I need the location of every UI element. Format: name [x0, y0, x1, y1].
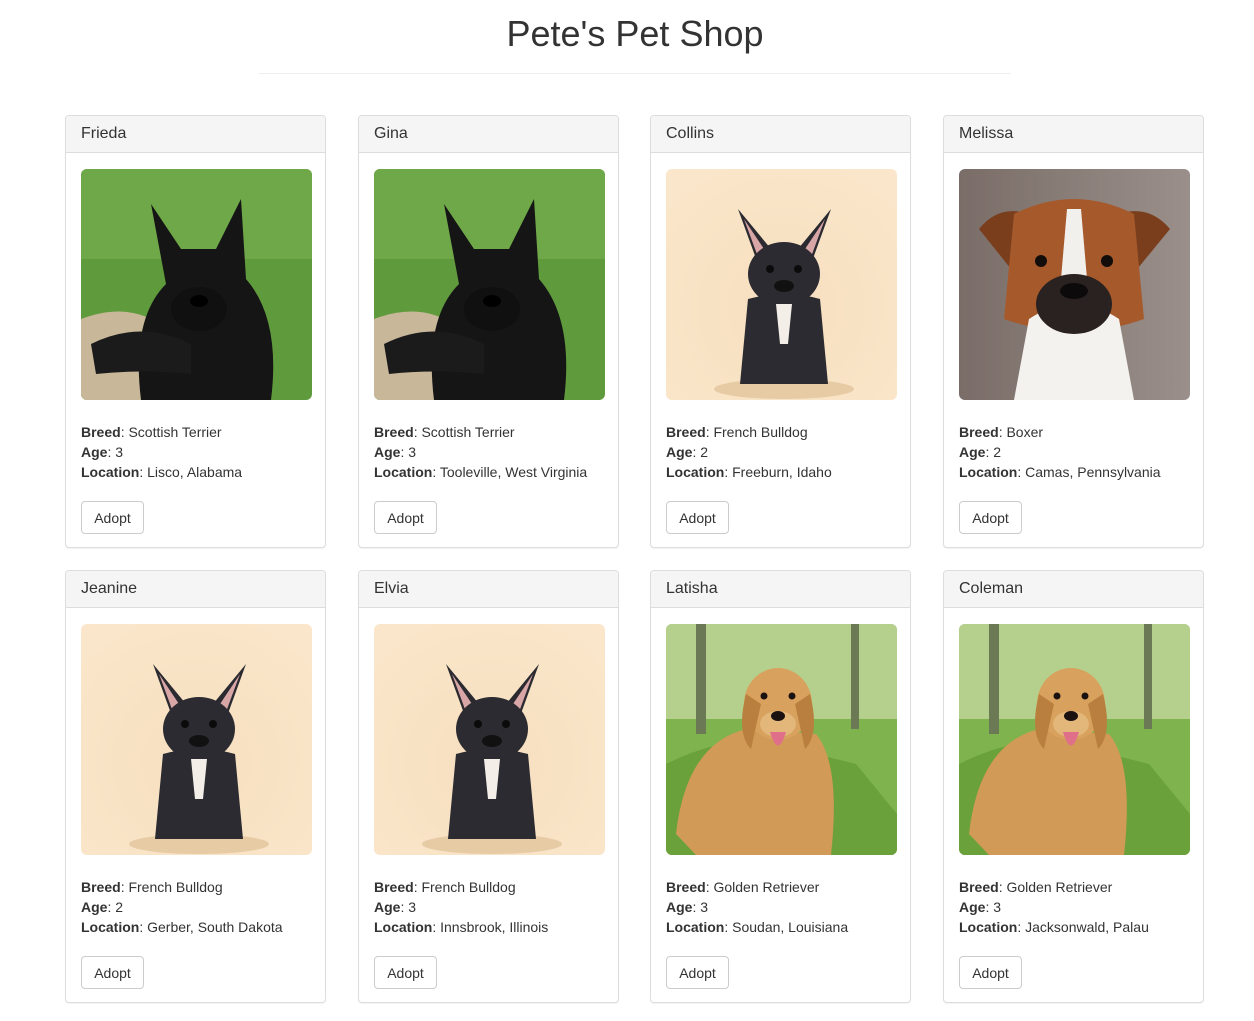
pet-name: Jeanine [66, 571, 325, 608]
location-value: Freeburn, Idaho [732, 464, 832, 480]
pet-details: Breed: Scottish Terrier Age: 3 Location:… [81, 424, 243, 480]
location-value: Tooleville, West Virginia [439, 464, 588, 480]
pet-card: Latisha Breed: Golden Retriever Age: 3 L… [650, 570, 911, 1003]
pet-card: Melissa Breed: Boxer Age: 2 Location: Ca… [943, 115, 1204, 548]
age-value: 3 [700, 899, 709, 915]
pet-card: Coleman Breed: Golden Retriever Age: 3 L… [943, 570, 1204, 1003]
location-label: Location [666, 919, 725, 935]
breed-label: Breed [374, 424, 414, 440]
breed-value: Scottish Terrier [421, 424, 515, 440]
pet-details: Breed: Golden Retriever Age: 3 Location:… [666, 879, 849, 935]
breed-value: Boxer [1006, 424, 1044, 440]
adopt-button[interactable]: Adopt [374, 501, 437, 534]
title-divider [259, 73, 1011, 74]
breed-value: Scottish Terrier [128, 424, 222, 440]
age-label: Age [959, 899, 986, 915]
breed-label: Breed [374, 879, 414, 895]
age-label: Age [666, 444, 693, 460]
location-value: Gerber, South Dakota [147, 919, 283, 935]
age-value: 3 [408, 899, 417, 915]
age-value: 2 [993, 444, 1002, 460]
breed-value: Golden Retriever [1006, 879, 1113, 895]
age-value: 2 [115, 899, 124, 915]
breed-label: Breed [666, 879, 706, 895]
location-label: Location [959, 464, 1018, 480]
adopt-button[interactable]: Adopt [81, 956, 144, 989]
boxer-photo [959, 169, 1190, 400]
french-bulldog-photo [666, 169, 897, 400]
location-label: Location [81, 464, 140, 480]
breed-label: Breed [666, 424, 706, 440]
pet-card: Collins Breed: French Bulldog Age: 2 Loc… [650, 115, 911, 548]
french-bulldog-photo [81, 624, 312, 855]
age-label: Age [81, 444, 108, 460]
age-value: 3 [408, 444, 417, 460]
location-value: Lisco, Alabama [147, 464, 243, 480]
age-label: Age [374, 899, 401, 915]
pet-name: Gina [359, 116, 618, 153]
pet-name: Elvia [359, 571, 618, 608]
scottish-terrier-photo [81, 169, 312, 400]
pet-card: Jeanine Breed: French Bulldog Age: 2 Loc… [65, 570, 326, 1003]
breed-label: Breed [81, 424, 121, 440]
location-label: Location [374, 919, 433, 935]
location-label: Location [959, 919, 1018, 935]
adopt-button[interactable]: Adopt [374, 956, 437, 989]
age-label: Age [959, 444, 986, 460]
breed-label: Breed [959, 424, 999, 440]
location-label: Location [666, 464, 725, 480]
age-value: 2 [700, 444, 709, 460]
pet-details: Breed: French Bulldog Age: 2 Location: F… [666, 424, 832, 480]
breed-value: Golden Retriever [713, 879, 820, 895]
pet-name: Frieda [66, 116, 325, 153]
adopt-button[interactable]: Adopt [959, 956, 1022, 989]
adopt-button[interactable]: Adopt [666, 501, 729, 534]
pet-details: Breed: Golden Retriever Age: 3 Location:… [959, 879, 1149, 935]
location-value: Soudan, Louisiana [732, 919, 849, 935]
pet-name: Latisha [651, 571, 910, 608]
age-label: Age [374, 444, 401, 460]
adopt-button[interactable]: Adopt [666, 956, 729, 989]
breed-value: French Bulldog [421, 879, 516, 895]
pet-details: Breed: Scottish Terrier Age: 3 Location:… [374, 424, 588, 480]
location-value: Jacksonwald, Palau [1025, 919, 1149, 935]
scottish-terrier-photo [374, 169, 605, 400]
location-label: Location [374, 464, 433, 480]
pet-details: Breed: Boxer Age: 2 Location: Camas, Pen… [959, 424, 1161, 480]
pet-details: Breed: French Bulldog Age: 2 Location: G… [81, 879, 283, 935]
breed-value: French Bulldog [713, 424, 808, 440]
age-label: Age [81, 899, 108, 915]
pet-name: Melissa [944, 116, 1203, 153]
age-label: Age [666, 899, 693, 915]
age-value: 3 [115, 444, 124, 460]
breed-label: Breed [81, 879, 121, 895]
age-value: 3 [993, 899, 1002, 915]
golden-retriever-photo [959, 624, 1190, 855]
pet-card: Elvia Breed: French Bulldog Age: 3 Locat… [358, 570, 619, 1003]
adopt-button[interactable]: Adopt [959, 501, 1022, 534]
page-title: Pete's Pet Shop [506, 13, 764, 54]
location-value: Innsbrook, Illinois [440, 919, 549, 935]
pet-card: Frieda Breed: Scottish Terrier Age: 3 Lo… [65, 115, 326, 548]
pet-details: Breed: French Bulldog Age: 3 Location: I… [374, 879, 549, 935]
pet-name: Collins [651, 116, 910, 153]
french-bulldog-photo [374, 624, 605, 855]
location-label: Location [81, 919, 140, 935]
golden-retriever-photo [666, 624, 897, 855]
location-value: Camas, Pennsylvania [1025, 464, 1161, 480]
pet-card: Gina Breed: Scottish Terrier Age: 3 Loca… [358, 115, 619, 548]
breed-label: Breed [959, 879, 999, 895]
breed-value: French Bulldog [128, 879, 223, 895]
adopt-button[interactable]: Adopt [81, 501, 144, 534]
pet-name: Coleman [944, 571, 1203, 608]
